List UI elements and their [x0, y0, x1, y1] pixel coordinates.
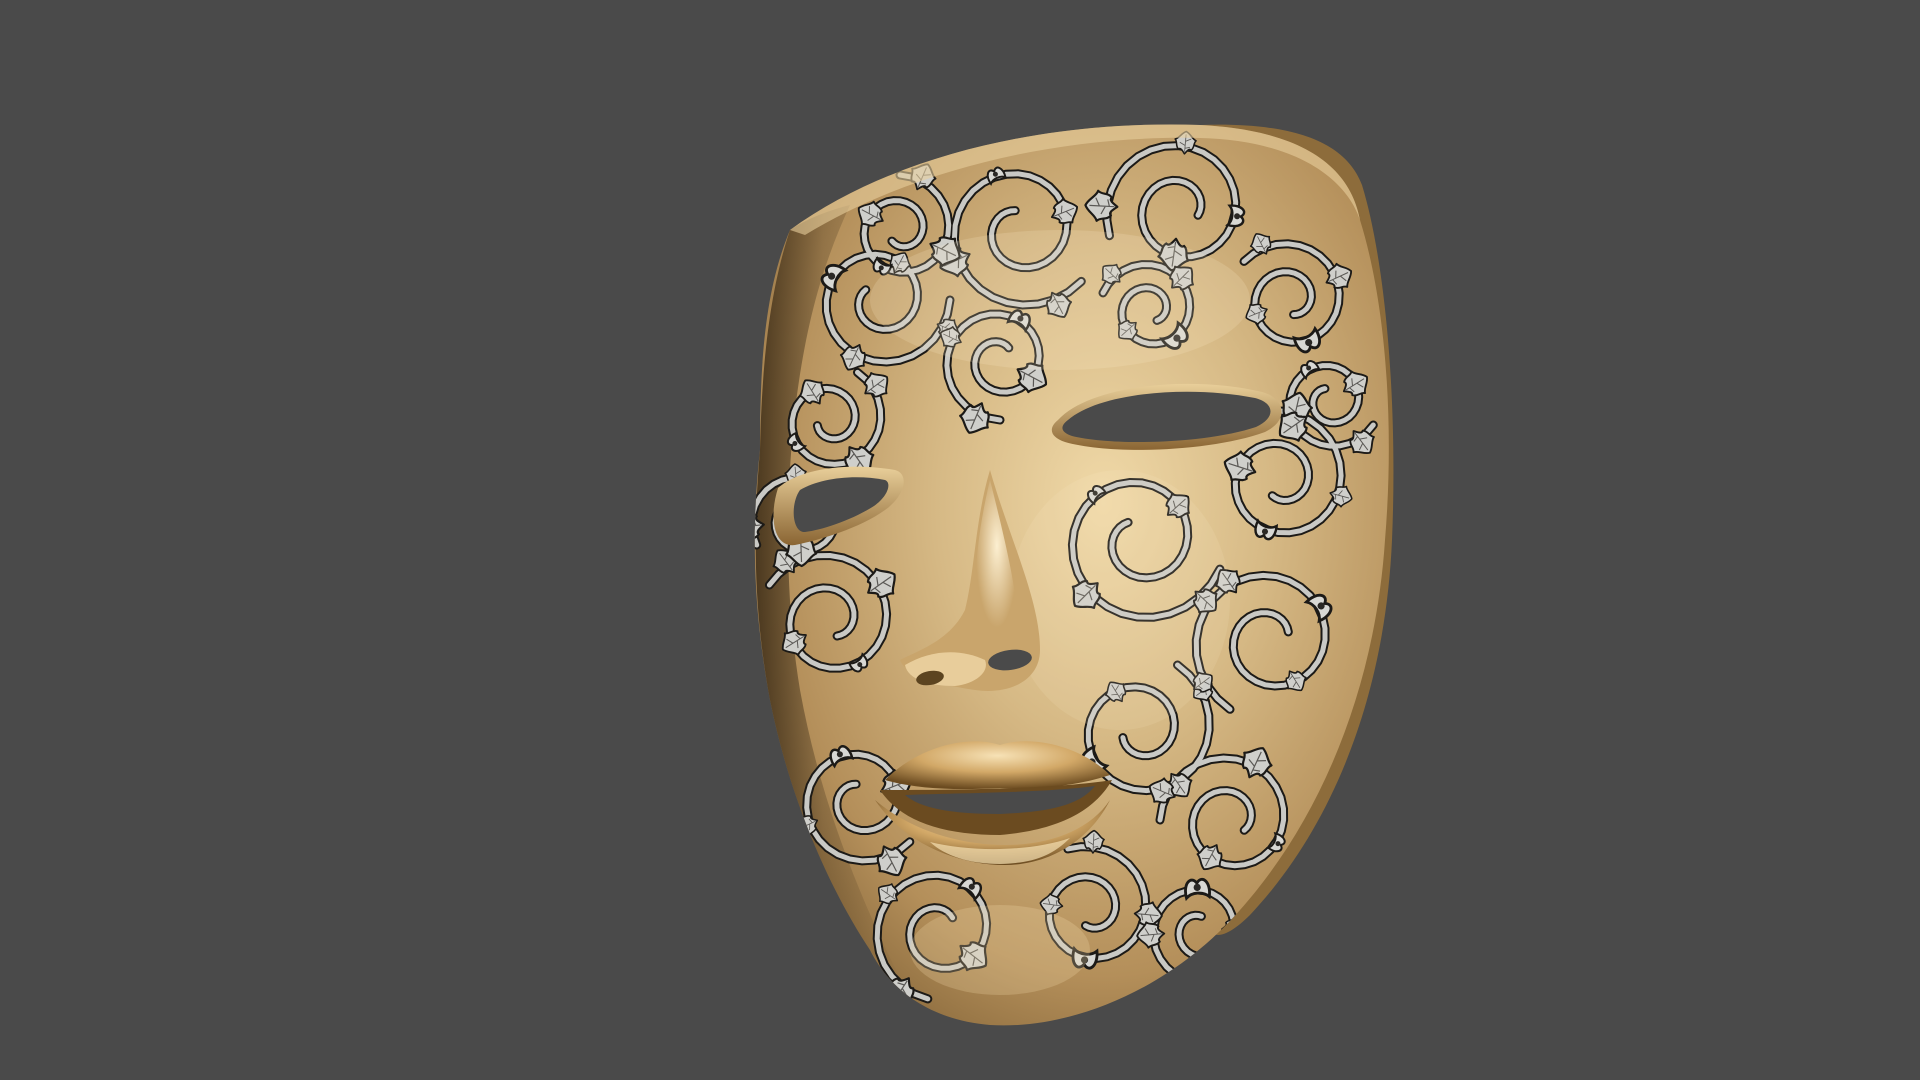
forehead-sheen: [870, 230, 1250, 370]
render-viewport: [0, 0, 1920, 1080]
cheek-sheen: [1010, 470, 1230, 730]
chin-highlight: [910, 905, 1090, 995]
mask-render: [754, 124, 1394, 1026]
silver-leaf-ornament: [1194, 974, 1220, 1001]
